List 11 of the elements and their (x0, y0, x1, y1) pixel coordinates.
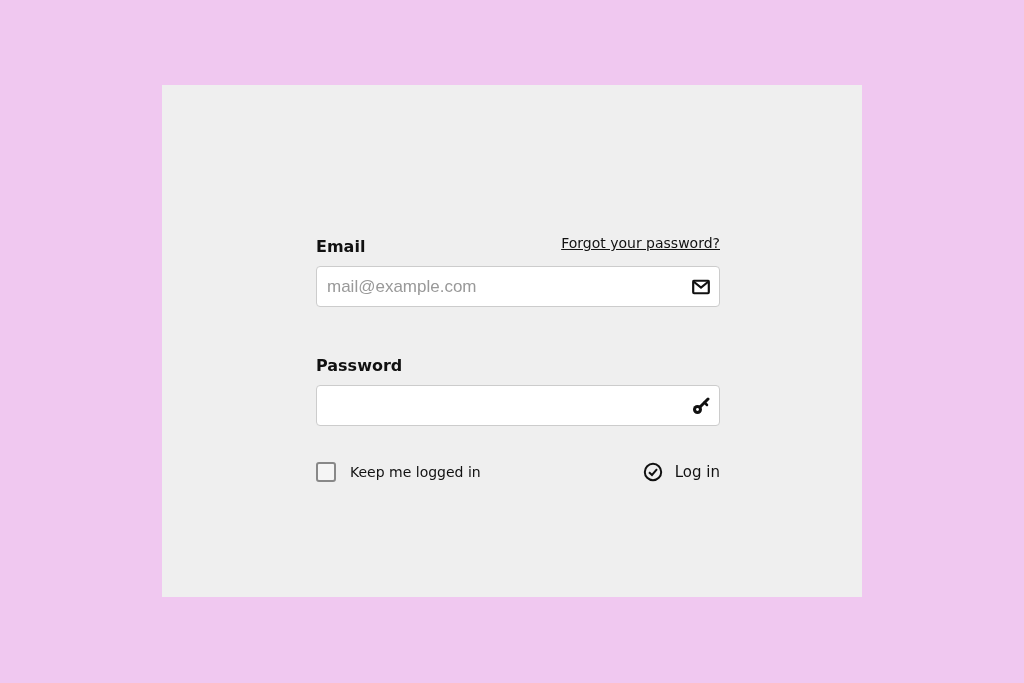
email-field[interactable]: mail@example.com (316, 266, 720, 307)
checkbox-label: Keep me logged in (350, 464, 481, 480)
password-field[interactable] (316, 385, 720, 426)
login-button[interactable]: Log in (642, 462, 720, 482)
field-label: Password (316, 356, 403, 375)
checkbox[interactable] (316, 462, 336, 482)
check-circle-icon (642, 462, 663, 482)
envelope-icon (692, 279, 710, 294)
field-label: Email (316, 237, 366, 256)
key-icon (692, 396, 710, 415)
forgot-password-link[interactable]: Forgot your password? (561, 235, 720, 251)
